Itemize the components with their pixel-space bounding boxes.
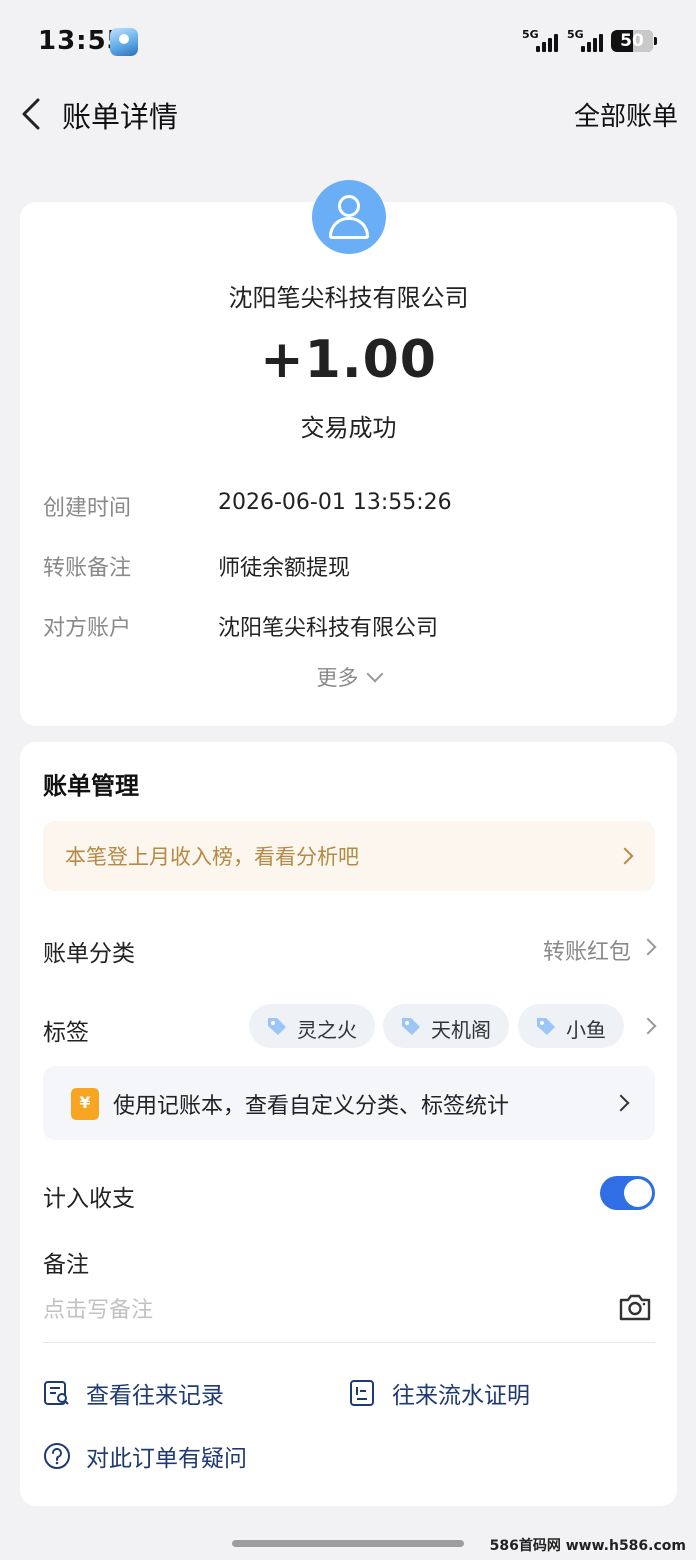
more-button[interactable]: 更多: [20, 662, 677, 692]
note-input[interactable]: [43, 1290, 603, 1330]
include-income-toggle[interactable]: [600, 1176, 655, 1210]
chevron-right-icon: [616, 847, 634, 865]
payer-name: 沈阳笔尖科技有限公司: [228, 284, 469, 312]
more-label: 更多: [316, 666, 359, 690]
counterparty-value: 沈阳笔尖科技有限公司: [218, 616, 439, 641]
created-time-label: 创建时间: [43, 496, 132, 521]
record-search-icon: [44, 1381, 69, 1405]
yuan-ticket-icon: ¥: [71, 1088, 99, 1120]
category-label: 账单分类: [43, 941, 135, 967]
tags-label: 标签: [43, 1020, 89, 1046]
divider: [43, 1342, 655, 1343]
note-label: 备注: [43, 1252, 89, 1278]
chevron-right-icon[interactable]: [639, 1017, 657, 1035]
bill-management-card: 账单管理 本笔登上月收入榜，看看分析吧 账单分类 转账红包 标签 灵之火 天机阁…: [20, 742, 677, 1506]
chevron-down-icon: [366, 665, 383, 683]
home-indicator[interactable]: [232, 1540, 464, 1547]
income-rank-banner[interactable]: 本笔登上月收入榜，看看分析吧: [43, 821, 655, 891]
tag-chip[interactable]: 小鱼: [518, 1004, 624, 1048]
tag-icon: [268, 1018, 286, 1035]
tag-icon: [402, 1018, 420, 1035]
order-question-button[interactable]: 对此订单有疑问: [86, 1439, 247, 1473]
tag-icon: [537, 1018, 555, 1035]
transaction-status: 交易成功: [300, 414, 397, 442]
transaction-amount: +1.00: [260, 330, 437, 390]
all-bills-link[interactable]: 全部账单: [574, 96, 678, 133]
watermark: 586首码网 www.h586.com: [489, 1538, 686, 1554]
camera-icon[interactable]: [618, 1292, 652, 1322]
avatar: [312, 180, 386, 254]
tag-label: 小鱼: [566, 1018, 606, 1042]
transaction-card: 沈阳笔尖科技有限公司 +1.00 交易成功 创建时间 2026-06-01 13…: [20, 180, 677, 726]
include-income-label: 计入收支: [43, 1186, 135, 1212]
tag-label: 灵之火: [297, 1018, 357, 1042]
chevron-right-icon[interactable]: [639, 938, 657, 956]
statement-proof-icon: [350, 1380, 374, 1406]
battery-icon: 50: [611, 30, 653, 52]
tag-chip[interactable]: 天机阁: [383, 1004, 509, 1048]
transfer-note-label: 转账备注: [43, 556, 132, 581]
created-time-value: 2026-06-01 13:55:26: [218, 490, 452, 515]
view-history-button[interactable]: 查看往来记录: [86, 1376, 224, 1410]
status-bar: 13:55 5G 5G 50: [0, 0, 696, 80]
battery-level: 50: [620, 31, 644, 51]
app-notification-icon: [110, 28, 138, 56]
chevron-right-icon: [612, 1094, 630, 1112]
tag-chip[interactable]: 灵之火: [249, 1004, 375, 1048]
tag-label: 天机阁: [431, 1018, 491, 1042]
ledger-book-banner[interactable]: ¥ 使用记账本，查看自定义分类、标签统计: [43, 1066, 655, 1140]
income-rank-text: 本笔登上月收入榜，看看分析吧: [65, 845, 359, 869]
statement-proof-button[interactable]: 往来流水证明: [392, 1376, 530, 1410]
question-icon: [44, 1443, 70, 1469]
counterparty-label: 对方账户: [43, 616, 132, 641]
section-title: 账单管理: [43, 772, 139, 800]
back-arrow-icon[interactable]: [18, 96, 48, 132]
transfer-note-value: 师徒余额提现: [218, 556, 351, 581]
page-title: 账单详情: [62, 100, 179, 134]
ledger-book-text: 使用记账本，查看自定义分类、标签统计: [113, 1094, 510, 1119]
category-value[interactable]: 转账红包: [543, 934, 631, 966]
